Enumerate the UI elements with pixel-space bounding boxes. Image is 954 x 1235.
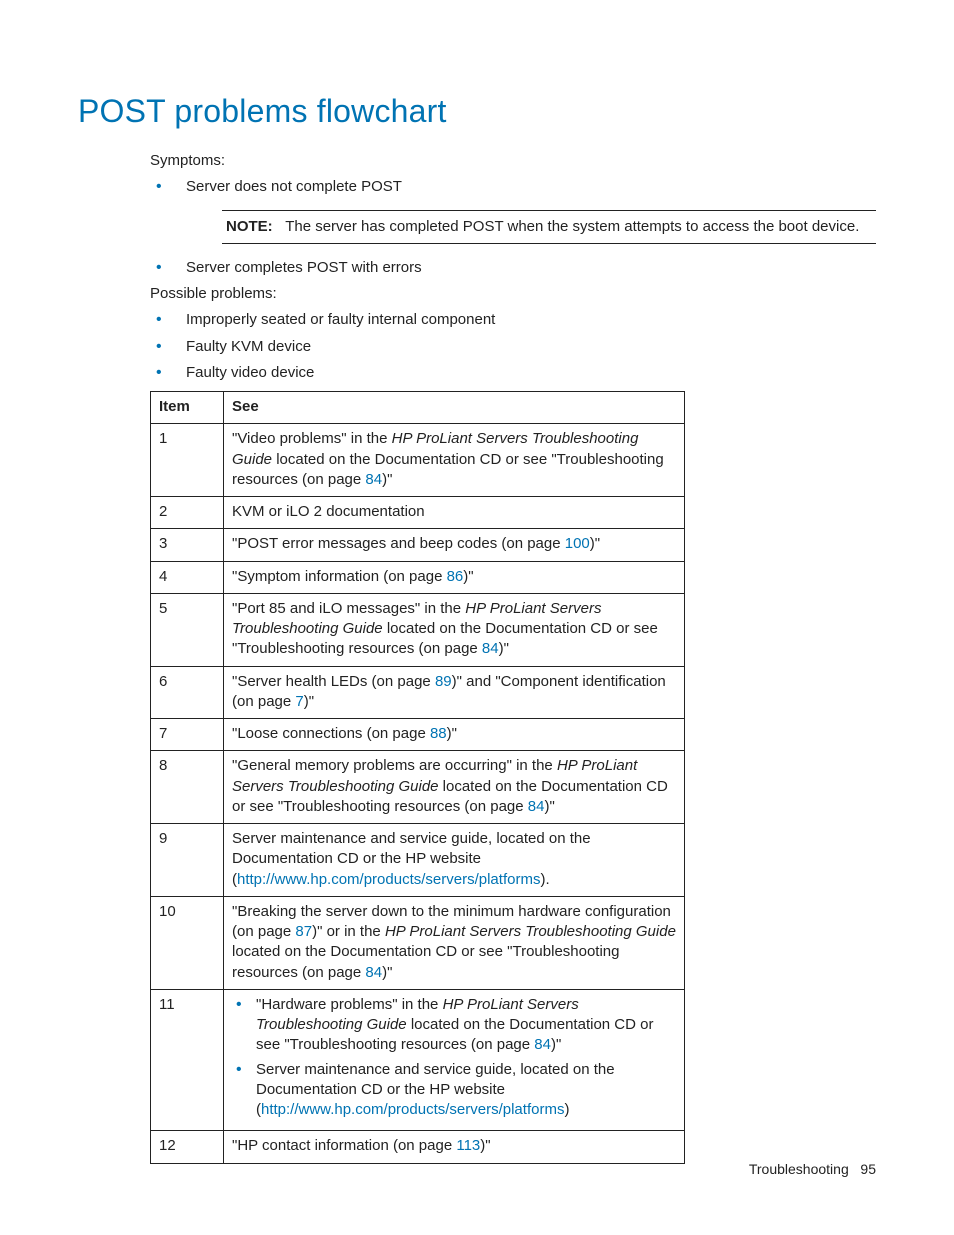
note-block: NOTE: The server has completed POST when… [222, 210, 876, 244]
page-link[interactable]: 86 [447, 568, 464, 585]
cell-see: "Server health LEDs (on page 89)" and "C… [224, 666, 685, 719]
table-row: 4 "Symptom information (on page 86)" [151, 561, 685, 593]
cell-item: 3 [151, 529, 224, 561]
page-title: POST problems flowchart [78, 90, 876, 133]
cell-see: "Video problems" in the HP ProLiant Serv… [224, 424, 685, 497]
page-link[interactable]: 100 [565, 535, 590, 552]
page-link[interactable]: 84 [482, 640, 499, 657]
cell-see: "HP contact information (on page 113)" [224, 1131, 685, 1163]
table-row: 8 "General memory problems are occurring… [151, 751, 685, 824]
table-row: 6 "Server health LEDs (on page 89)" and … [151, 666, 685, 719]
table-row: 11 "Hardware problems" in the HP ProLian… [151, 989, 685, 1131]
col-header-item: Item [151, 392, 224, 424]
footer-page-number: 95 [860, 1161, 876, 1177]
page-footer: Troubleshooting 95 [749, 1160, 876, 1179]
page-link[interactable]: 113 [456, 1137, 480, 1154]
list-item: Faulty KVM device [150, 337, 876, 357]
table-row: 1 "Video problems" in the HP ProLiant Se… [151, 424, 685, 497]
list-item: Server maintenance and service guide, lo… [232, 1060, 676, 1121]
reference-table: Item See 1 "Video problems" in the HP Pr… [150, 391, 685, 1164]
page: POST problems flowchart Symptoms: Server… [0, 0, 954, 1235]
table-row: 9 Server maintenance and service guide, … [151, 824, 685, 897]
list-item: Server completes POST with errors [150, 258, 876, 278]
table-row: 5 "Port 85 and iLO messages" in the HP P… [151, 593, 685, 666]
col-header-see: See [224, 392, 685, 424]
url-link[interactable]: http://www.hp.com/products/servers/platf… [237, 871, 540, 888]
cell-see: Server maintenance and service guide, lo… [224, 824, 685, 897]
table-row: 3 "POST error messages and beep codes (o… [151, 529, 685, 561]
cell-item: 11 [151, 989, 224, 1131]
list-item: Faulty video device [150, 363, 876, 383]
cell-bullet-list: "Hardware problems" in the HP ProLiant S… [232, 995, 676, 1121]
symptoms-list: Server does not complete POST NOTE: The … [150, 177, 876, 278]
table-head-row: Item See [151, 392, 685, 424]
page-link[interactable]: 7 [295, 693, 303, 710]
cell-item: 2 [151, 497, 224, 529]
footer-section: Troubleshooting [749, 1161, 849, 1177]
cell-item: 5 [151, 593, 224, 666]
cell-see: "Port 85 and iLO messages" in the HP Pro… [224, 593, 685, 666]
page-link[interactable]: 84 [534, 1036, 551, 1053]
symptoms-label: Symptoms: [150, 151, 876, 171]
list-item: "Hardware problems" in the HP ProLiant S… [232, 995, 676, 1056]
cell-see: KVM or iLO 2 documentation [224, 497, 685, 529]
possible-label: Possible problems: [150, 284, 876, 304]
cell-see: "Symptom information (on page 86)" [224, 561, 685, 593]
cell-item: 1 [151, 424, 224, 497]
table-row: 12 "HP contact information (on page 113)… [151, 1131, 685, 1163]
possible-list: Improperly seated or faulty internal com… [150, 310, 876, 383]
cell-item: 6 [151, 666, 224, 719]
page-link[interactable]: 89 [435, 673, 452, 690]
page-link[interactable]: 88 [430, 725, 447, 742]
list-item: Server does not complete POST NOTE: The … [150, 177, 876, 244]
page-link[interactable]: 87 [295, 923, 312, 940]
table-row: 2 KVM or iLO 2 documentation [151, 497, 685, 529]
note-text: The server has completed POST when the s… [285, 218, 859, 235]
page-link[interactable]: 84 [528, 798, 545, 815]
cell-see: "General memory problems are occurring" … [224, 751, 685, 824]
cell-item: 9 [151, 824, 224, 897]
cell-item: 10 [151, 896, 224, 989]
url-link[interactable]: http://www.hp.com/products/servers/platf… [261, 1101, 564, 1118]
cell-item: 4 [151, 561, 224, 593]
symptom-text: Server does not complete POST [186, 178, 402, 195]
page-link[interactable]: 84 [365, 471, 382, 488]
cell-item: 12 [151, 1131, 224, 1163]
cell-see: "Breaking the server down to the minimum… [224, 896, 685, 989]
cell-see: "Hardware problems" in the HP ProLiant S… [224, 989, 685, 1131]
cell-item: 7 [151, 719, 224, 751]
table-row: 7 "Loose connections (on page 88)" [151, 719, 685, 751]
list-item: Improperly seated or faulty internal com… [150, 310, 876, 330]
symptom-text: Server completes POST with errors [186, 259, 422, 276]
body: Symptoms: Server does not complete POST … [150, 151, 876, 1164]
note-label: NOTE: [226, 218, 273, 235]
cell-see: "POST error messages and beep codes (on … [224, 529, 685, 561]
cell-see: "Loose connections (on page 88)" [224, 719, 685, 751]
table-row: 10 "Breaking the server down to the mini… [151, 896, 685, 989]
cell-item: 8 [151, 751, 224, 824]
page-link[interactable]: 84 [365, 964, 382, 981]
